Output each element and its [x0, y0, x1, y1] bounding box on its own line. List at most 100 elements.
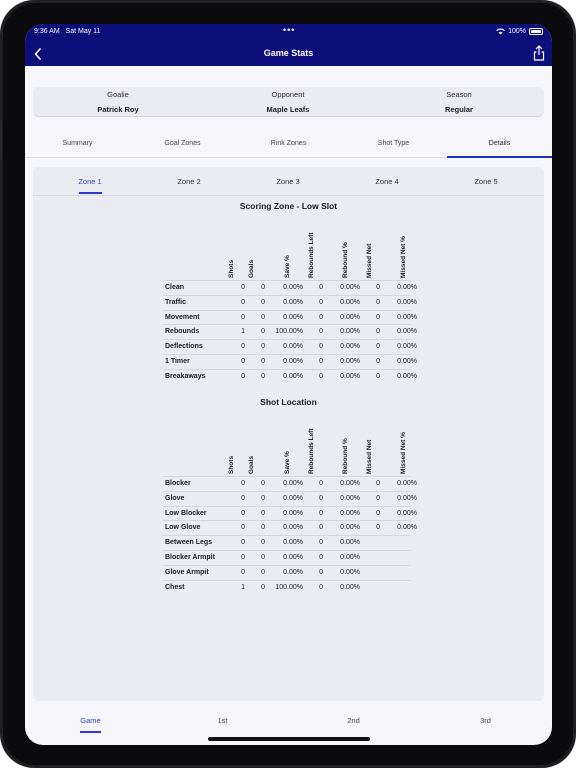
table-cell: 0.00% — [397, 509, 417, 517]
wifi-icon — [496, 28, 505, 35]
zone-tab-3[interactable]: Zone 3 — [237, 177, 339, 186]
active-period-indicator — [80, 731, 101, 733]
table-cell: 0.00% — [397, 298, 417, 306]
row-label: Breakaways — [165, 372, 206, 380]
opponent-value: Maple Leafs — [266, 105, 310, 114]
table-cell: 0.00% — [397, 358, 417, 365]
table-cell: 0.00% — [283, 539, 303, 547]
tab-rink-zones[interactable]: Rink Zones — [236, 140, 341, 147]
column-header-label: Rebounds Left — [308, 232, 315, 279]
table-cell: 0 — [241, 343, 245, 351]
table-cell: 0.00% — [283, 343, 303, 351]
column-header: Save % — [284, 416, 305, 476]
table-cell: 0 — [319, 372, 323, 380]
table-cell: 0 — [241, 313, 245, 321]
table-cell: 0.00% — [283, 554, 303, 561]
column-header-label: Save % — [284, 255, 291, 278]
table-row: Blocker Armpit 0 0 0.00% 0 0.00% — [163, 550, 411, 565]
table-cell: 0 — [241, 524, 245, 532]
table-cell: 0.00% — [397, 494, 417, 502]
table-cell: 0 — [319, 480, 323, 487]
filter-card[interactable]: Goalie Patrick Roy Opponent Maple Leafs … — [33, 87, 544, 117]
table-row: Glove Armpit 0 0 0.00% 0 0.00% — [163, 564, 411, 580]
row-label: Chest — [165, 583, 185, 591]
row-label: Blocker — [165, 480, 191, 487]
table-cell: 0 — [241, 358, 245, 365]
column-header: Save % — [284, 220, 305, 280]
share-icon[interactable] — [533, 45, 545, 61]
status-bar: 9:36 AM Sat May 11 ••• 100% — [25, 24, 552, 44]
table-cell: 0 — [319, 358, 323, 365]
table-cell: 0 — [261, 509, 265, 517]
table-cell: 0 — [319, 328, 323, 336]
table-cell: 0.00% — [340, 480, 360, 487]
table-cell: 0 — [376, 509, 380, 517]
column-header: Missed Net % — [400, 416, 421, 476]
table-cell: 0 — [261, 358, 265, 365]
row-label: 1 Timer — [165, 358, 190, 365]
table-cell: 1 — [241, 583, 245, 591]
table-cell: 0 — [241, 554, 245, 561]
table-cell: 0 — [261, 494, 265, 502]
tab-details[interactable]: Details — [447, 140, 552, 147]
column-header: Rebounds Left — [308, 416, 329, 476]
period-tab-game[interactable]: Game — [25, 716, 156, 725]
table-header: Shots Goals Save % Rebounds Left Rebound % Mi… — [163, 220, 411, 280]
period-tab-3rd[interactable]: 3rd — [420, 716, 551, 725]
status-time: 9:36 AM Sat May 11 — [34, 28, 101, 35]
row-label: Clean — [165, 284, 185, 291]
column-header: Missed Net % — [400, 220, 421, 280]
goalie-label: Goalie — [107, 90, 129, 99]
column-header: Rebound % — [342, 416, 363, 476]
column-header-label: Rebound % — [342, 438, 349, 474]
tab-goal-zones[interactable]: Goal Zones — [130, 140, 235, 147]
table-cell: 0 — [376, 480, 380, 487]
row-label: Between Legs — [165, 539, 213, 547]
tab-shot-type[interactable]: Shot Type — [341, 140, 446, 147]
row-label: Glove Armpit — [165, 568, 209, 576]
table-row: Breakaways 0 0 0.00% 0 0.00% 0 0.00% — [163, 368, 417, 384]
table-cell: 0.00% — [397, 343, 417, 351]
table-row: Traffic 0 0 0.00% 0 0.00% 0 0.00% — [163, 294, 417, 310]
period-tab-2nd[interactable]: 2nd — [288, 716, 419, 725]
table-cell: 0.00% — [397, 524, 417, 532]
table-cell: 0 — [376, 284, 380, 291]
table-cell: 0.00% — [340, 343, 360, 351]
table-cell: 0 — [241, 509, 245, 517]
table-cell: 0.00% — [340, 284, 360, 291]
table-cell: 0 — [376, 343, 380, 351]
column-header-label: Shots — [228, 259, 235, 278]
table-cell: 100.00% — [275, 328, 303, 336]
opponent-filter[interactable]: Opponent Maple Leafs — [203, 90, 373, 114]
table-row: Glove 0 0 0.00% 0 0.00% 0 0.00% — [163, 490, 417, 506]
goalie-filter[interactable]: Goalie Patrick Roy — [33, 90, 203, 114]
season-label: Season — [446, 90, 472, 99]
home-indicator[interactable] — [208, 737, 370, 741]
tab-summary[interactable]: Summary — [25, 140, 130, 147]
period-tab-1st[interactable]: 1st — [157, 716, 288, 725]
table-cell: 0 — [261, 372, 265, 380]
zone-tab-4[interactable]: Zone 4 — [336, 177, 438, 186]
table-cell: 0 — [241, 568, 245, 576]
row-label: Low Blocker — [165, 509, 207, 517]
zone-tab-5[interactable]: Zone 5 — [435, 177, 537, 186]
zone-tab-1[interactable]: Zone 1 — [39, 177, 141, 186]
table-cell: 0 — [376, 298, 380, 306]
table-cell: 0 — [241, 284, 245, 291]
battery-icon — [529, 28, 543, 35]
page-title: Game Stats — [263, 48, 314, 58]
table-cell: 0 — [319, 298, 323, 306]
season-filter[interactable]: Season Regular — [374, 90, 544, 114]
table-cell: 0 — [319, 583, 323, 591]
column-header-label: Missed Net — [366, 243, 373, 278]
zone-tab-2[interactable]: Zone 2 — [138, 177, 240, 186]
table-cell: 0.00% — [283, 372, 303, 380]
season-value: Regular — [445, 105, 473, 114]
table-cell: 0.00% — [340, 358, 360, 365]
column-header: Missed Net — [366, 416, 387, 476]
table-cell: 0.00% — [340, 524, 360, 532]
table-cell: 0 — [319, 554, 323, 561]
table-cell: 0 — [376, 524, 380, 532]
multitask-dots-icon[interactable]: ••• — [283, 25, 295, 35]
column-header-label: Missed Net % — [400, 432, 407, 474]
